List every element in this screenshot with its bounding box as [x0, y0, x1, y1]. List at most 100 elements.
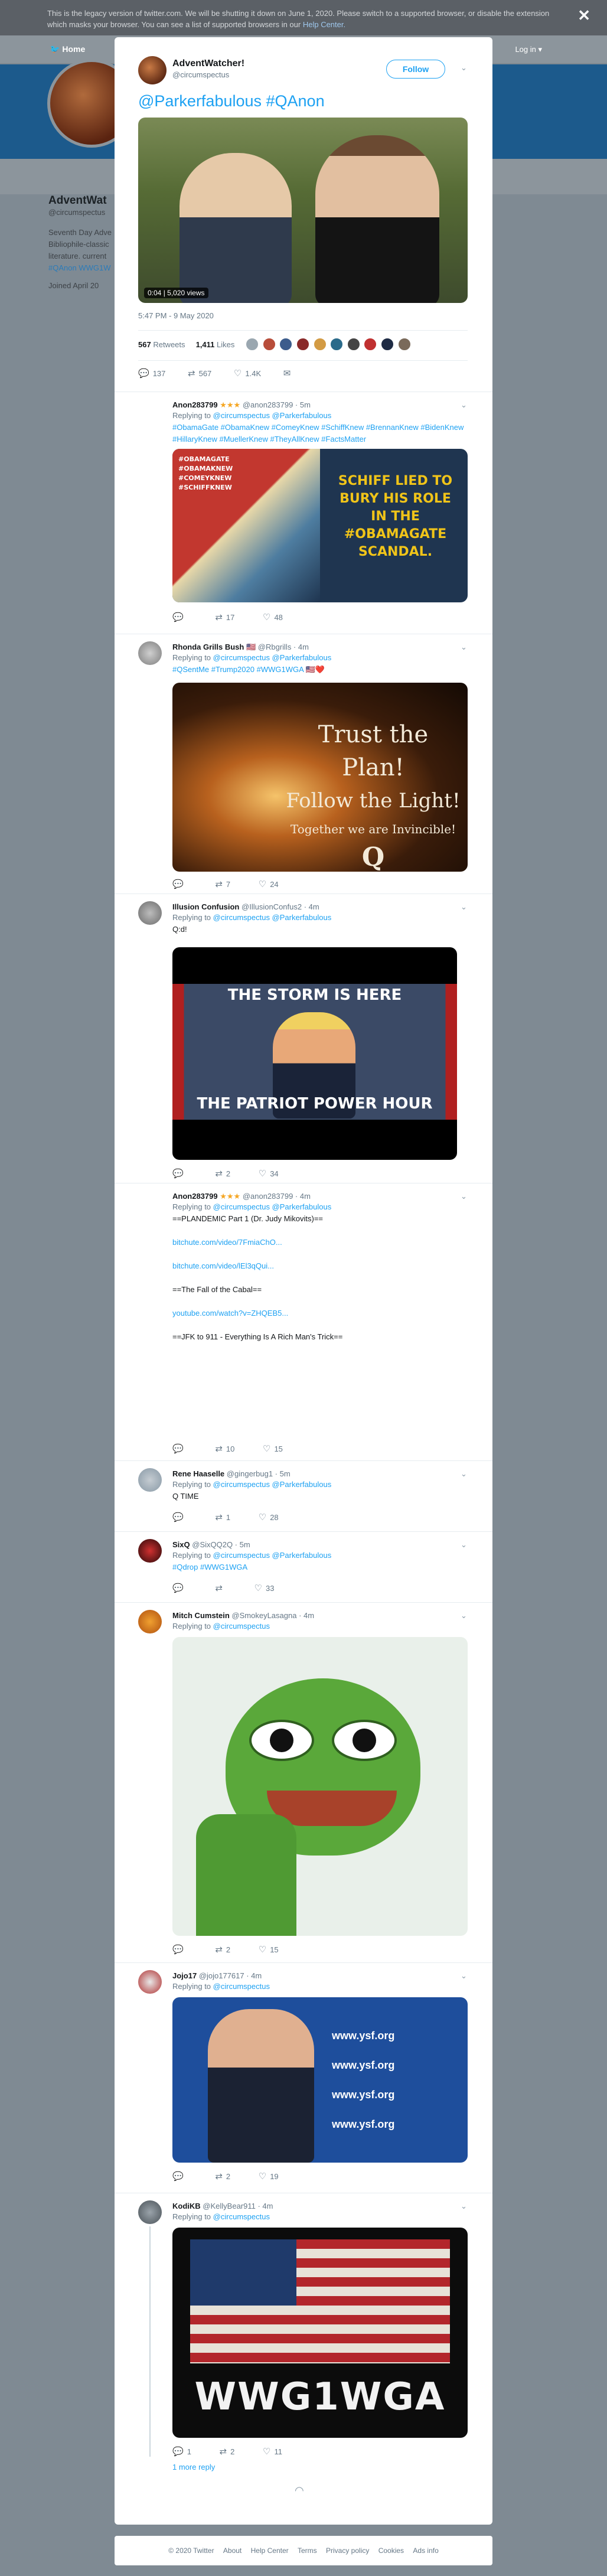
avatar[interactable]	[138, 1539, 162, 1563]
reply-image[interactable]: #OBAMAGATE #OBAMAKNEW #COMEYKNEW #SCHIFF…	[172, 449, 468, 602]
avatar[interactable]	[138, 56, 167, 84]
reply-item[interactable]: Mitch Cumstein @SmokeyLasagna · 4m ⌄ Rep…	[115, 1602, 492, 1962]
more-replies-link[interactable]: 1 more reply	[172, 2463, 215, 2471]
avatar[interactable]	[138, 1970, 162, 1994]
reply-item[interactable]: Rhonda Grills Bush 🇺🇸 @Rbgrills · 4m ⌄ R…	[115, 634, 492, 894]
reply-image[interactable]: Trust the Plan! Follow the Light! Togeth…	[172, 683, 468, 872]
reply-item[interactable]: Jojo17 @jojo177617 · 4m ⌄ Replying to @c…	[115, 1962, 492, 2193]
retweet-action[interactable]: ⇄ 17	[215, 612, 234, 622]
avatar[interactable]	[364, 338, 377, 351]
chevron-down-icon[interactable]: ⌄	[461, 643, 467, 652]
retweet-action[interactable]: ⇄ 7	[215, 879, 230, 889]
login-link[interactable]: Log in ▾	[515, 45, 542, 54]
legacy-banner: This is the legacy version of twitter.co…	[0, 0, 607, 35]
close-icon[interactable]: ✕	[577, 8, 590, 23]
reply-action[interactable]: 💬	[172, 1583, 187, 1593]
reply-item[interactable]: KodiKB @KellyBear911 · 4m ⌄ Replying to …	[115, 2193, 492, 2471]
avatar[interactable]	[347, 338, 360, 351]
retweet-action[interactable]: ⇄ 10	[215, 1443, 234, 1454]
retweet-action[interactable]: ⇄	[215, 1583, 226, 1593]
retweet-action[interactable]: ⇄ 1	[215, 1512, 230, 1522]
avatar[interactable]	[381, 338, 394, 351]
likes-stat[interactable]: 1,411 Likes	[196, 340, 235, 349]
retweet-action[interactable]: ⇄ 2	[215, 2171, 230, 2182]
avatar[interactable]	[279, 338, 293, 351]
avatar[interactable]	[138, 1610, 162, 1633]
footer-privacy-link[interactable]: Privacy policy	[326, 2546, 369, 2555]
like-action[interactable]: ♡ 48	[263, 612, 283, 622]
author-name[interactable]: AdventWatcher!	[172, 58, 244, 69]
chevron-down-icon[interactable]: ⌄	[461, 1540, 467, 1550]
like-action[interactable]: ♡ 15	[259, 1944, 279, 1955]
retweet-action[interactable]: ⇄ 2	[215, 1944, 230, 1955]
reply-action[interactable]: 💬	[172, 2171, 187, 2182]
reply-link[interactable]: youtube.com/watch?v=ZHQEB5...	[172, 1307, 468, 1319]
reply-action[interactable]: 💬	[172, 1443, 187, 1454]
avatar[interactable]	[313, 338, 327, 351]
reply-item[interactable]: Anon283799 ★★★ @anon283799 · 4m ⌄ Replyi…	[115, 1183, 492, 1460]
like-action[interactable]: ♡ 19	[259, 2171, 279, 2182]
avatar[interactable]	[138, 901, 162, 925]
chevron-down-icon[interactable]: ⌄	[461, 1971, 467, 1981]
avatar[interactable]	[138, 641, 162, 665]
avatar[interactable]	[296, 338, 309, 351]
like-action[interactable]: ♡ 34	[259, 1168, 279, 1179]
chevron-down-icon[interactable]: ⌄	[461, 1192, 467, 1201]
reply-image[interactable]	[172, 1637, 468, 1936]
poster-line-1: Trust the Plan!	[318, 721, 429, 781]
reply-item[interactable]: SixQ @SixQQ2Q · 5m ⌄ Replying to @circum…	[115, 1531, 492, 1602]
reply-item[interactable]: Rene Haaselle @gingerbug1 · 5m ⌄ Replyin…	[115, 1460, 492, 1531]
chevron-down-icon[interactable]: ⌄	[461, 1469, 467, 1479]
avatar[interactable]	[330, 338, 344, 351]
follow-button[interactable]: Follow	[386, 60, 445, 79]
like-action[interactable]: ♡ 33	[254, 1583, 275, 1593]
retweet-action[interactable]: ⇄ 2	[220, 2446, 235, 2457]
like-action[interactable]: ♡ 11	[263, 2446, 282, 2457]
reply-action[interactable]: 💬	[172, 1168, 187, 1179]
like-action[interactable]: ♡ 1.4K	[234, 368, 261, 379]
like-action[interactable]: ♡ 24	[259, 879, 279, 889]
reply-link[interactable]: bitchute.com/video/7FmiaChO...	[172, 1237, 468, 1248]
reply-item[interactable]: Illusion Confusion @IllusionConfus2 · 4m…	[115, 894, 492, 1183]
reply-link[interactable]: bitchute.com/video/lEl3qQui...	[172, 1260, 468, 1272]
footer-help-link[interactable]: Help Center	[251, 2546, 289, 2555]
reply-action[interactable]: 💬 137	[138, 368, 165, 379]
footer-terms-link[interactable]: Terms	[298, 2546, 317, 2555]
reply-image[interactable]: THE STORM IS HERE THE PATRIOT POWER HOUR	[172, 947, 457, 1160]
tweet-video[interactable]: 0:04 | 5,020 views	[138, 118, 468, 303]
retweets-stat[interactable]: 567 Retweets	[138, 340, 185, 349]
reply-actions: 💬 ⇄ 2 ♡ 34	[172, 1168, 305, 1179]
retweet-action[interactable]: ⇄ 567	[188, 368, 211, 379]
author-handle[interactable]: @circumspectus	[172, 70, 229, 79]
avatar[interactable]	[262, 338, 276, 351]
like-action[interactable]: ♡ 15	[263, 1443, 283, 1454]
reply-action[interactable]: 💬	[172, 612, 187, 622]
footer-about-link[interactable]: About	[223, 2546, 242, 2555]
dm-action[interactable]: ✉	[283, 368, 295, 379]
avatar[interactable]	[246, 338, 259, 351]
reply-header: SixQ @SixQQ2Q · 5m	[172, 1540, 250, 1549]
reply-action[interactable]: 💬	[172, 1944, 187, 1955]
chevron-down-icon[interactable]: ⌄	[461, 400, 467, 410]
nav-home[interactable]: 🐦 Home	[50, 44, 85, 54]
avatar[interactable]	[138, 2200, 162, 2224]
avatar[interactable]	[138, 1468, 162, 1492]
chevron-down-icon[interactable]: ⌄	[461, 63, 467, 73]
avatar[interactable]	[397, 338, 411, 351]
reply-text: Q:d!	[172, 925, 187, 934]
footer-ads-link[interactable]: Ads info	[413, 2546, 438, 2555]
footer-cookies-link[interactable]: Cookies	[378, 2546, 404, 2555]
chevron-down-icon[interactable]: ⌄	[461, 902, 467, 912]
reply-item[interactable]: Anon283799 ★★★ @anon283799 · 5m ⌄ Replyi…	[115, 392, 492, 634]
like-action[interactable]: ♡ 28	[259, 1512, 279, 1522]
reply-image[interactable]: WWG1WGA	[172, 2228, 468, 2438]
chevron-down-icon[interactable]: ⌄	[461, 2202, 467, 2211]
reply-action[interactable]: 💬	[172, 1512, 187, 1522]
reply-action[interactable]: 💬 1	[172, 2446, 191, 2457]
reply-action[interactable]: 💬	[172, 879, 187, 889]
chevron-down-icon[interactable]: ⌄	[461, 1611, 467, 1620]
tweet-timestamp[interactable]: 5:47 PM - 9 May 2020	[138, 311, 214, 320]
reply-image[interactable]: www.ysf.org www.ysf.org www.ysf.org www.…	[172, 1997, 468, 2163]
help-center-link[interactable]: Help Center.	[303, 20, 345, 29]
retweet-action[interactable]: ⇄ 2	[215, 1168, 230, 1179]
